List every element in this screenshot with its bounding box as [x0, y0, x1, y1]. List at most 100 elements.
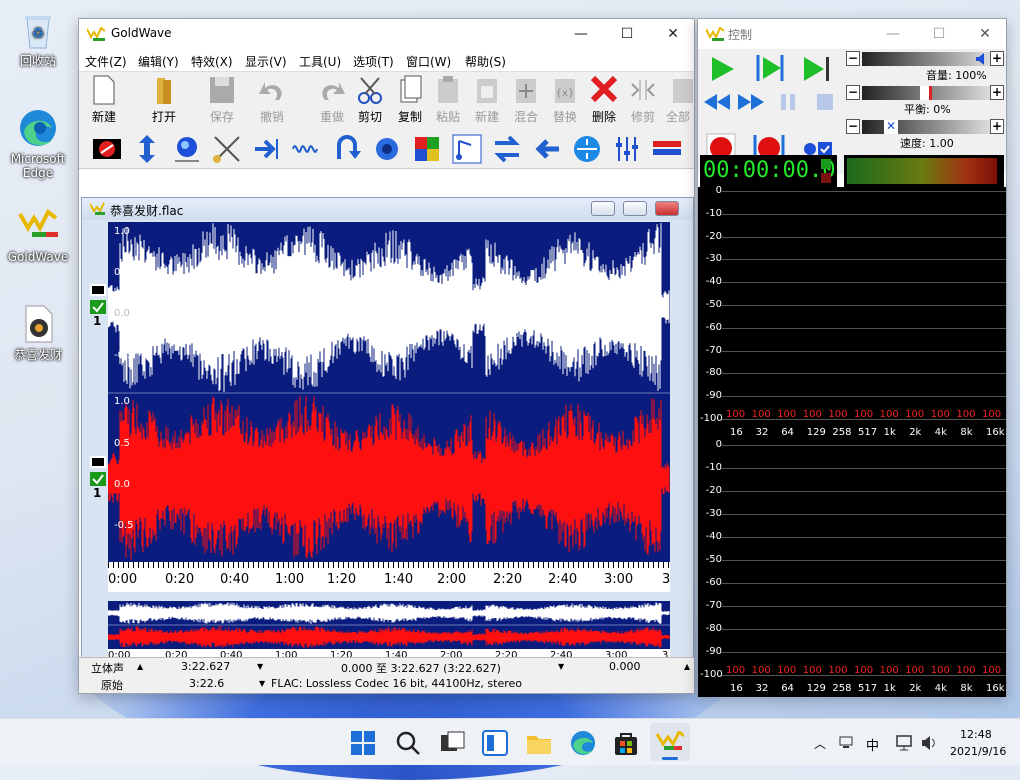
- doc-close-button[interactable]: [655, 201, 679, 216]
- db-label: -90: [705, 646, 722, 657]
- check-icon[interactable]: [90, 472, 106, 486]
- menu-file[interactable]: 文件(Z): [85, 53, 127, 70]
- fast-forward-icon[interactable]: [736, 91, 766, 113]
- channel-mode[interactable]: 立体声: [91, 660, 124, 676]
- minimize-button[interactable]: —: [558, 19, 604, 49]
- play-icon[interactable]: [708, 55, 738, 83]
- menu-tools[interactable]: 工具(U): [299, 53, 341, 70]
- speed-slider[interactable]: − ✕ +: [846, 119, 1006, 135]
- chevron-up-icon[interactable]: ▲: [684, 662, 690, 671]
- play-selection-icon[interactable]: [754, 53, 786, 83]
- input-language[interactable]: 中: [866, 735, 879, 754]
- save-button[interactable]: 保存: [197, 74, 247, 125]
- minus-button[interactable]: −: [846, 119, 860, 134]
- compress-icon[interactable]: [571, 133, 603, 165]
- balance-slider[interactable]: − +: [846, 85, 1006, 101]
- grid-line: [722, 606, 1006, 607]
- chevron-down-icon[interactable]: ▼: [257, 662, 263, 671]
- chevron-up-icon[interactable]: ︿: [814, 735, 826, 752]
- speed-thumb[interactable]: ✕: [884, 120, 898, 134]
- doc-restore-button[interactable]: [623, 201, 647, 216]
- pause-icon[interactable]: [778, 91, 800, 113]
- rewind-icon[interactable]: [702, 91, 732, 113]
- mechanize-icon[interactable]: [371, 133, 403, 165]
- menu-help[interactable]: 帮助(S): [465, 53, 506, 70]
- file-format: FLAC: Lossless Codec 16 bit, 44100Hz, st…: [271, 677, 522, 690]
- loop-arrows-icon[interactable]: [491, 133, 523, 165]
- minus-button[interactable]: −: [846, 85, 860, 100]
- plus-button[interactable]: +: [990, 51, 1004, 66]
- filter-icon[interactable]: [411, 133, 443, 165]
- balance-thumb[interactable]: [920, 86, 932, 100]
- edge-icon[interactable]: [569, 729, 597, 757]
- close-button[interactable]: ✕: [650, 19, 696, 49]
- minus-button[interactable]: −: [846, 51, 860, 66]
- peak-label: 100: [982, 665, 1002, 676]
- widgets-icon[interactable]: [481, 729, 509, 757]
- chevron-down-icon[interactable]: ▼: [259, 679, 265, 688]
- document-title: 恭喜发财.flac: [110, 204, 184, 218]
- chevron-down-icon[interactable]: ▼: [558, 662, 564, 671]
- menu-window[interactable]: 窗口(W): [406, 53, 451, 70]
- doc-minimize-button[interactable]: [591, 201, 615, 216]
- menu-options[interactable]: 选项(T): [353, 53, 394, 70]
- clock-date[interactable]: 2021/9/16: [950, 745, 1006, 758]
- peak-label: 100: [751, 409, 771, 420]
- spectrum-icon[interactable]: [651, 133, 683, 165]
- open-button[interactable]: 打开: [139, 74, 189, 125]
- vertical-arrows-icon[interactable]: [131, 133, 163, 165]
- equalizer-icon[interactable]: [611, 133, 643, 165]
- desktop-icon-recycle-bin[interactable]: ♻ 回收站: [6, 10, 70, 68]
- start-icon[interactable]: [349, 729, 377, 757]
- play-to-end-icon[interactable]: [802, 55, 832, 83]
- network-icon[interactable]: [838, 735, 854, 749]
- wave-icon[interactable]: [291, 133, 323, 165]
- menu-edit[interactable]: 编辑(Y): [138, 53, 179, 70]
- control-minimize-button[interactable]: —: [870, 19, 916, 49]
- grid-line: [722, 282, 1006, 284]
- task-view-icon[interactable]: [438, 729, 466, 757]
- left-channel-wave: [107, 602, 670, 624]
- volume-icon[interactable]: [920, 735, 938, 751]
- control-close-button[interactable]: ✕: [962, 19, 1008, 49]
- audio-file-icon: [18, 304, 58, 344]
- freq-label: 64: [781, 683, 794, 694]
- clock-time[interactable]: 12:48: [960, 728, 992, 741]
- doppler-icon[interactable]: [251, 133, 283, 165]
- display-icon[interactable]: [896, 735, 914, 751]
- menu-view[interactable]: 显示(V): [245, 53, 287, 70]
- reverse-icon[interactable]: [531, 133, 563, 165]
- maximize-button[interactable]: ☐: [604, 19, 650, 49]
- waveform-view[interactable]: 1.0 0.5 0.0 -0.5 1.0 0.5 0.0 -0.5: [107, 222, 670, 562]
- no-dc-icon[interactable]: [211, 133, 243, 165]
- music-note-icon[interactable]: [451, 133, 483, 165]
- plus-button[interactable]: +: [990, 119, 1004, 134]
- menu-effects[interactable]: 特效(X): [191, 53, 233, 70]
- volume-slider[interactable]: − +: [846, 51, 1006, 67]
- desktop-icon-flac-file[interactable]: 恭喜发财: [6, 304, 70, 362]
- channel-left-toggle[interactable]: [90, 284, 106, 296]
- select-all-button[interactable]: 全部: [663, 74, 693, 125]
- status-row-2: 原始 3:22.6 ▼ FLAC: Lossless Codec 16 bit,…: [79, 675, 694, 693]
- stop-icon[interactable]: [814, 91, 836, 113]
- store-icon[interactable]: [612, 729, 640, 757]
- control-maximize-button[interactable]: ☐: [916, 19, 962, 49]
- desktop-icon-goldwave[interactable]: GoldWave: [6, 206, 70, 264]
- overview-waveform[interactable]: [107, 601, 670, 649]
- check-icon[interactable]: [90, 300, 106, 314]
- taskbar-active-app[interactable]: [650, 723, 690, 761]
- new-button[interactable]: 新建: [79, 74, 129, 125]
- chevron-up-icon[interactable]: ▲: [137, 662, 143, 671]
- trim-button[interactable]: 修剪: [618, 74, 668, 125]
- plus-button[interactable]: +: [990, 85, 1004, 100]
- search-icon[interactable]: [394, 729, 422, 757]
- invert-icon[interactable]: [331, 133, 363, 165]
- timeline-ruler[interactable]: 0:00 0:20 0:40 1:00 1:20 1:40 2:00 2:20 …: [108, 562, 670, 592]
- channel-right-toggle[interactable]: [90, 456, 106, 468]
- undo-button[interactable]: 撤销: [247, 74, 297, 125]
- desktop-icon-edge[interactable]: Microsoft Edge: [6, 108, 70, 180]
- echo-icon[interactable]: [171, 133, 203, 165]
- file-explorer-icon[interactable]: [525, 729, 553, 757]
- peak-label: 100: [726, 409, 746, 420]
- stop-sign-icon[interactable]: [91, 133, 123, 165]
